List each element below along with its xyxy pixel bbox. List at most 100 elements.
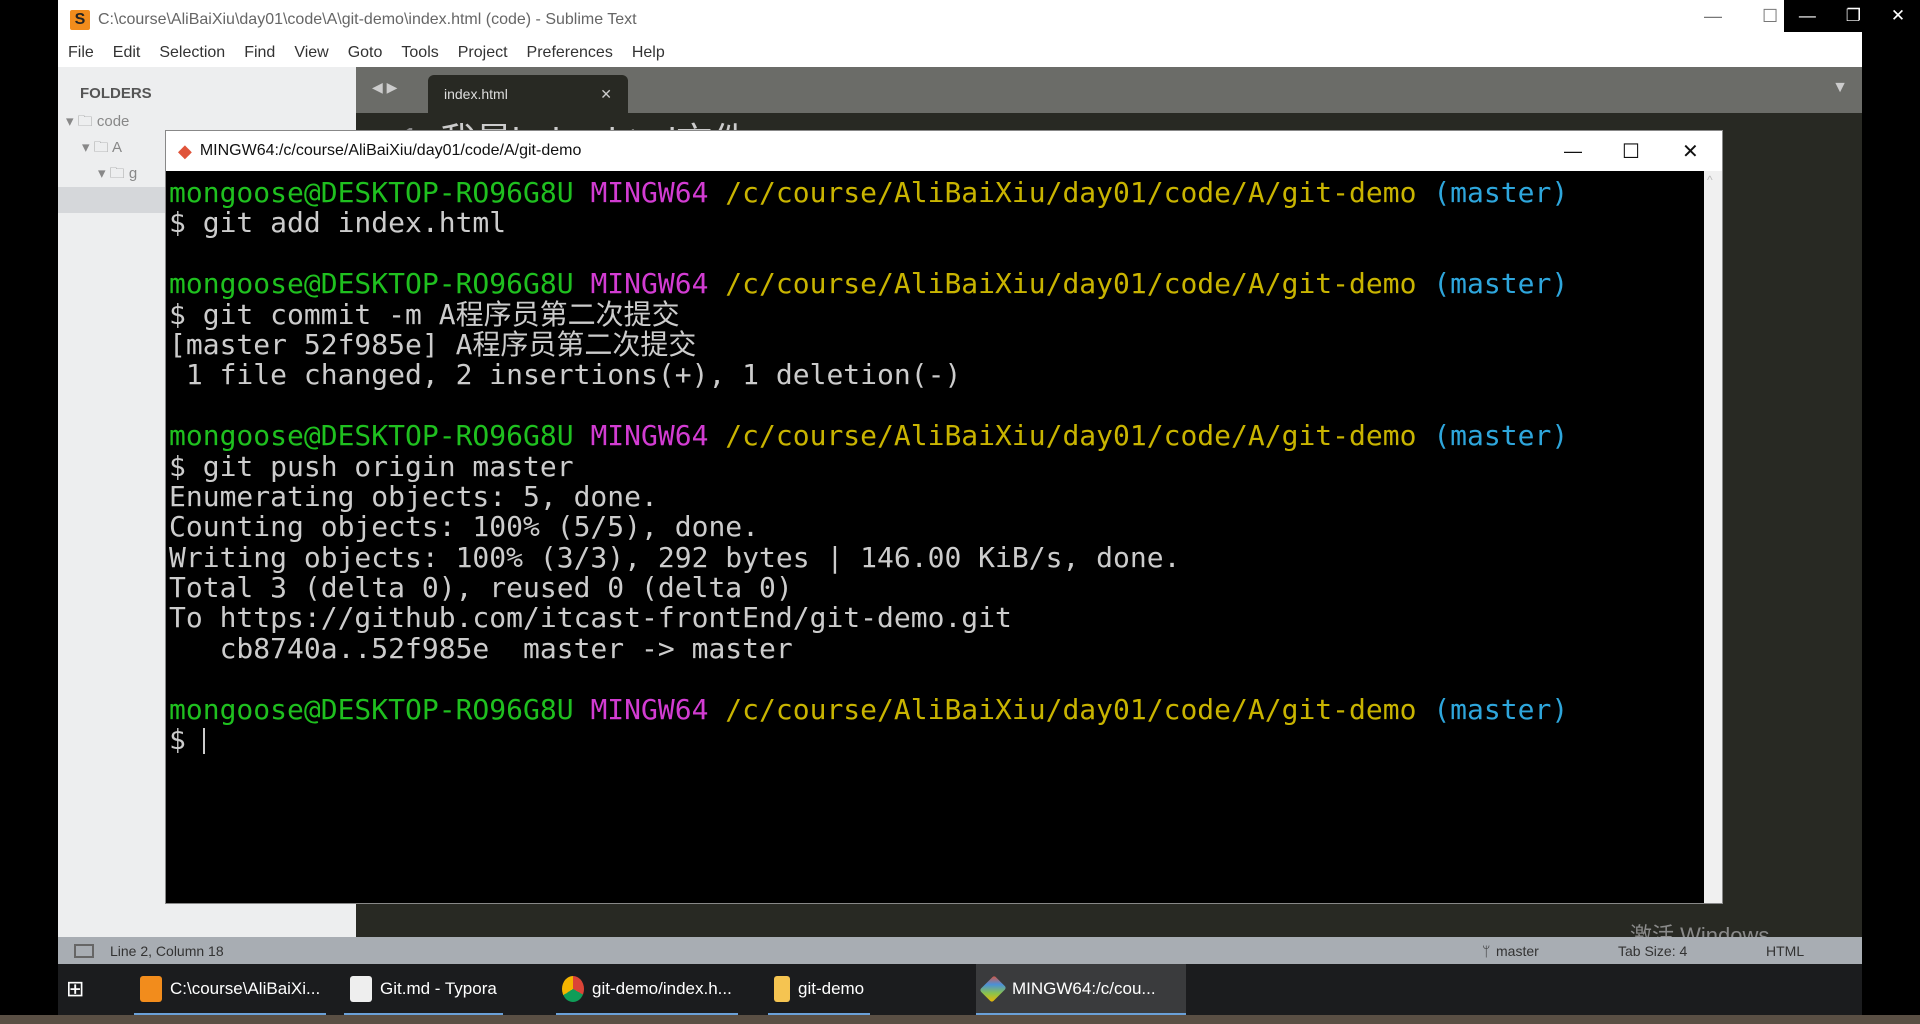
terminal-line: $ git commit -m A程序员第二次提交 (169, 297, 1704, 331)
terminal-line: To https://github.com/itcast-frontEnd/gi… (169, 603, 1704, 633)
terminal-title: MINGW64:/c/course/AliBaiXiu/day01/code/A… (199, 142, 582, 159)
terminal-line: $ git push origin master (169, 449, 1704, 483)
menu-help[interactable]: Help (632, 44, 665, 62)
terminal-segment: mongoose@DESKTOP-RO96G8U (169, 267, 591, 301)
typora-icon (350, 975, 372, 1002)
status-bar: Line 2, Column 18 ᛘ master Tab Size: 4 H… (58, 937, 1862, 964)
taskbar: ⊞ C:\course\AliBaiXi... Git.md - Typora … (58, 964, 1862, 1015)
taskbar-label: C:\course\AliBaiXi... (170, 978, 321, 998)
terminal-segment: Writing objects: 100% (3/3), 292 bytes |… (169, 540, 1181, 574)
terminal-segment: MINGW64 (590, 692, 726, 726)
terminal-minimize-button[interactable]: — (1564, 141, 1582, 162)
folder-git-demo[interactable]: ▾ 🗀 g (98, 163, 137, 188)
terminal-segment: cb8740a..52f985e master -> master (169, 631, 793, 665)
menu-bar: File Edit Selection Find View Goto Tools… (58, 39, 674, 67)
taskbar-explorer[interactable]: git-demo (768, 964, 871, 1015)
scroll-up-icon[interactable]: ^ (1707, 173, 1713, 187)
folder-code[interactable]: ▾ 🗀 code (66, 111, 129, 136)
mingw64-terminal-window: ◆ MINGW64:/c/course/AliBaiXiu/day01/code… (165, 130, 1723, 904)
taskbar-label: Git.md - Typora (380, 978, 497, 998)
folder-label: g (128, 165, 138, 182)
taskbar-mingw64[interactable]: MINGW64:/c/cou... (976, 964, 1186, 1015)
terminal-line: [master 52f985e] A程序员第二次提交 (169, 327, 1704, 361)
terminal-line: mongoose@DESKTOP-RO96G8U MINGW64 /c/cour… (169, 692, 1704, 726)
terminal-segment: mongoose@DESKTOP-RO96G8U (169, 419, 591, 453)
terminal-segment: [master 52f985e] A程序员第二次提交 (169, 327, 697, 361)
tab-close-icon[interactable]: ✕ (600, 86, 612, 103)
sublime-logo-icon: S (70, 9, 90, 30)
terminal-segment: $ git add index.html (169, 206, 507, 240)
terminal-segment: mongoose@DESKTOP-RO96G8U (169, 176, 591, 209)
tab-nav-arrows-icon[interactable]: ◀ ▶ (372, 79, 397, 96)
menu-selection[interactable]: Selection (159, 44, 225, 62)
cursor-position: Line 2, Column 18 (110, 943, 224, 959)
tab-size[interactable]: Tab Size: 4 (1618, 943, 1687, 959)
terminal-line: mongoose@DESKTOP-RO96G8U MINGW64 /c/cour… (169, 267, 1704, 301)
terminal-output[interactable]: mongoose@DESKTOP-RO96G8U MINGW64 /c/cour… (166, 171, 1704, 903)
terminal-line: $ git add index.html (169, 208, 1704, 238)
terminal-title-bar: ◆ MINGW64:/c/course/AliBaiXiu/day01/code… (166, 131, 1722, 171)
terminal-maximize-button[interactable]: ☐ (1622, 139, 1640, 164)
terminal-line: Writing objects: 100% (3/3), 292 bytes |… (169, 540, 1704, 574)
terminal-segment: Counting objects: 100% (5/5), done. (169, 510, 760, 544)
menu-view[interactable]: View (294, 44, 328, 62)
console-toggle-icon[interactable] (74, 944, 94, 958)
terminal-segment: $ git commit -m A程序员第二次提交 (169, 297, 680, 331)
system-window-controls: — ❐ ✕ (1784, 0, 1920, 32)
tab-dropdown-icon[interactable]: ▼ (1832, 79, 1848, 97)
menu-find[interactable]: Find (244, 44, 275, 62)
window-title: C:\course\AliBaiXiu\day01\code\A\git-dem… (98, 10, 637, 28)
terminal-line: Counting objects: 100% (5/5), done. (169, 512, 1704, 542)
terminal-segment: /c/course/AliBaiXiu/day01/code/A/git-dem… (725, 176, 1434, 209)
terminal-segment: MINGW64 (590, 267, 726, 301)
menu-file[interactable]: File (68, 44, 94, 62)
windows-start-icon[interactable]: ⊞ (66, 976, 84, 1002)
taskbar-label: git-demo/index.h... (592, 978, 732, 998)
terminal-segment: /c/course/AliBaiXiu/day01/code/A/git-dem… (725, 692, 1434, 726)
terminal-line: 1 file changed, 2 insertions(+), 1 delet… (169, 360, 1704, 390)
terminal-segment: 1 file changed, 2 insertions(+), 1 delet… (169, 358, 962, 392)
taskbar-sublime[interactable]: C:\course\AliBaiXi... (134, 964, 327, 1015)
terminal-segment: MINGW64 (590, 176, 726, 209)
menu-preferences[interactable]: Preferences (527, 44, 613, 62)
terminal-line: cb8740a..52f985e master -> master (169, 631, 1704, 665)
menu-tools[interactable]: Tools (401, 44, 438, 62)
terminal-segment: Enumerating objects: 5, done. (169, 479, 658, 513)
taskbar-chrome[interactable]: git-demo/index.h... (556, 964, 738, 1015)
terminal-segment: Total 3 (delta 0), reused 0 (delta 0) (169, 571, 793, 605)
folders-header: FOLDERS (80, 85, 152, 102)
terminal-segment: mongoose@DESKTOP-RO96G8U (169, 692, 591, 726)
terminal-scrollbar[interactable]: ^ (1704, 171, 1722, 903)
terminal-segment: $ (169, 723, 203, 757)
syntax[interactable]: HTML (1766, 943, 1804, 959)
terminal-close-button[interactable]: ✕ (1682, 139, 1699, 164)
folder-a[interactable]: ▾ 🗀 A (82, 137, 122, 162)
folder-icon (774, 975, 790, 1002)
menu-edit[interactable]: Edit (113, 44, 141, 62)
taskbar-label: MINGW64:/c/cou... (1012, 978, 1156, 998)
minimize-icon[interactable]: — (1799, 6, 1816, 26)
terminal-segment: (master) (1433, 692, 1569, 726)
sublime-icon (140, 975, 162, 1002)
terminal-line: Total 3 (delta 0), reused 0 (delta 0) (169, 571, 1704, 605)
terminal-segment: MINGW64 (590, 419, 726, 453)
terminal-segment: $ git push origin master (169, 449, 574, 483)
menu-goto[interactable]: Goto (348, 44, 383, 62)
terminal-line: mongoose@DESKTOP-RO96G8U MINGW64 /c/cour… (169, 419, 1704, 453)
terminal-segment: /c/course/AliBaiXiu/day01/code/A/git-dem… (725, 419, 1434, 453)
minimize-button[interactable]: — (1704, 6, 1722, 27)
close-icon[interactable]: ✕ (1891, 6, 1905, 26)
text-cursor (202, 728, 205, 755)
git-branch[interactable]: master (1496, 943, 1539, 959)
taskbar-typora[interactable]: Git.md - Typora (344, 964, 503, 1015)
maximize-button[interactable]: ☐ (1762, 6, 1778, 27)
terminal-line: Enumerating objects: 5, done. (169, 479, 1704, 513)
folder-label: A (112, 139, 123, 156)
desktop-strip (0, 1015, 1920, 1024)
tab-index-html[interactable]: index.html ✕ (428, 75, 628, 113)
menu-project[interactable]: Project (458, 44, 508, 62)
restore-icon[interactable]: ❐ (1846, 6, 1861, 26)
